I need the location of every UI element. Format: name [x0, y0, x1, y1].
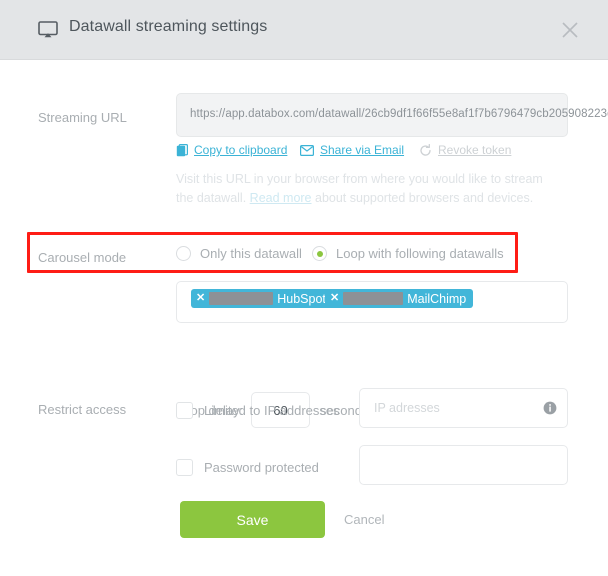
- radio-loop-with-following-datawalls[interactable]: Loop with following datawalls: [312, 246, 504, 261]
- limited-to-ip-addresses-label: Limited to IP addresses: [204, 403, 340, 418]
- envelope-icon: [300, 144, 314, 156]
- password-field[interactable]: [359, 445, 568, 485]
- list-item[interactable]: ✕ MailChimp: [325, 289, 474, 308]
- datawall-chips-container[interactable]: ✕ HubSpot ✕ MailChimp: [176, 281, 568, 323]
- radio-only-this-datawall[interactable]: Only this datawall: [176, 246, 302, 261]
- checkbox-indicator: [176, 459, 193, 476]
- checkbox-indicator: [176, 402, 193, 419]
- ip-addresses-field[interactable]: [359, 388, 568, 428]
- carousel-mode-label: Carousel mode: [38, 250, 127, 265]
- redacted-label: [209, 292, 274, 305]
- close-icon[interactable]: [559, 19, 581, 41]
- page-title: Datawall streaming settings: [69, 18, 268, 35]
- read-more-link[interactable]: Read more: [250, 191, 312, 205]
- refresh-icon: [419, 143, 432, 157]
- streaming-url-label: Streaming URL: [38, 110, 127, 125]
- info-icon[interactable]: [543, 401, 557, 415]
- redacted-label: [343, 292, 404, 305]
- radio-only-this-datawall-label: Only this datawall: [200, 246, 302, 261]
- clipboard-icon: [176, 143, 188, 157]
- monitor-display-icon: [38, 21, 58, 38]
- modal-header: Datawall streaming settings: [0, 0, 608, 60]
- close-icon[interactable]: ✕: [330, 293, 339, 304]
- share-via-email-label: Share via Email: [320, 143, 405, 157]
- radio-indicator: [176, 246, 191, 261]
- chip-label: HubSpot: [277, 291, 326, 306]
- radio-loop-label: Loop with following datawalls: [336, 246, 504, 261]
- ip-addresses-input[interactable]: [360, 389, 567, 427]
- streaming-url-value: https://app.databox.com/datawall/26cb9df…: [190, 108, 608, 120]
- revoke-token-link[interactable]: Revoke token: [419, 143, 511, 157]
- close-icon[interactable]: ✕: [196, 293, 205, 304]
- restrict-access-label: Restrict access: [38, 402, 127, 417]
- helper-suffix: about supported browsers and devices.: [311, 191, 534, 205]
- save-button[interactable]: Save: [180, 501, 325, 538]
- limited-to-ip-addresses-checkbox[interactable]: Limited to IP addresses: [176, 402, 340, 419]
- password-input[interactable]: [360, 446, 567, 484]
- password-protected-checkbox[interactable]: Password protected: [176, 459, 319, 476]
- cancel-button[interactable]: Cancel: [344, 512, 384, 527]
- modal-body: Streaming URL https://app.databox.com/da…: [0, 60, 608, 576]
- list-item[interactable]: ✕ HubSpot: [191, 289, 333, 308]
- radio-indicator-selected: [312, 246, 327, 261]
- share-via-email-link[interactable]: Share via Email: [300, 143, 404, 157]
- streaming-url-field[interactable]: https://app.databox.com/datawall/26cb9df…: [176, 93, 608, 137]
- datawall-streaming-settings-modal: Datawall streaming settings Streaming UR…: [0, 0, 608, 576]
- revoke-token-label: Revoke token: [438, 143, 512, 157]
- chip-label: MailChimp: [407, 291, 467, 306]
- copy-to-clipboard-link[interactable]: Copy to clipboard: [176, 143, 287, 157]
- password-protected-label: Password protected: [204, 460, 319, 475]
- copy-to-clipboard-label: Copy to clipboard: [194, 143, 288, 157]
- streaming-url-helper-text: Visit this URL in your browser from wher…: [176, 170, 546, 208]
